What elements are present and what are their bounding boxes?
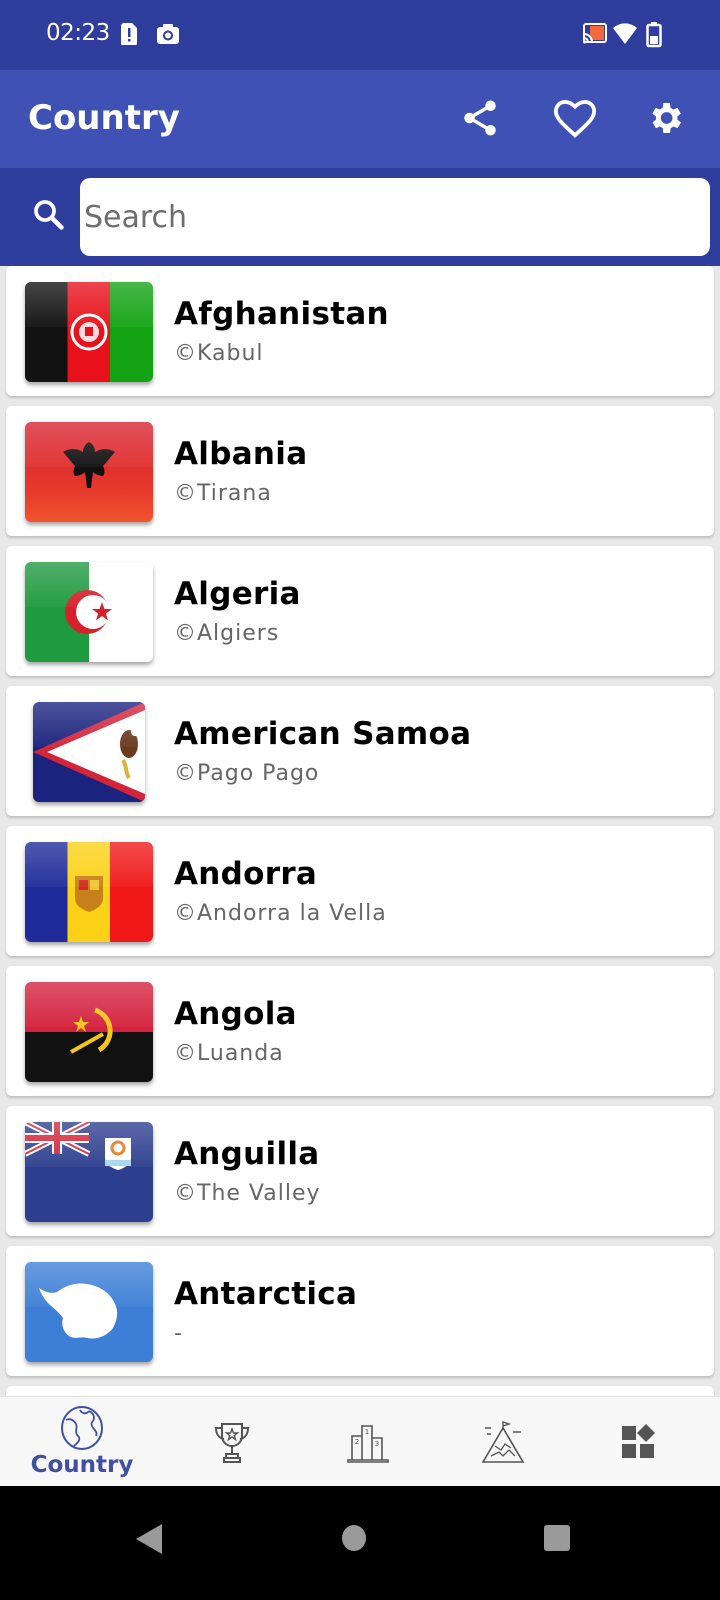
search-icon [30, 196, 66, 237]
nav-label: Country [30, 1452, 134, 1478]
country-capital: ©The Valley [174, 1181, 321, 1206]
country-capital: ©Pago Pago [174, 761, 320, 786]
flag-angola-icon [25, 982, 153, 1082]
nav-item-country[interactable]: Country [10, 1397, 154, 1487]
nav-item-leaderboard[interactable]: 12 3 [296, 1397, 440, 1487]
globe-icon [61, 1406, 103, 1450]
country-name: Andorra [174, 856, 318, 892]
svg-text:2: 2 [355, 1438, 359, 1446]
heart-icon [553, 99, 597, 138]
podium-icon: 12 3 [347, 1425, 389, 1463]
list-item[interactable]: American Samoa ©Pago Pago [6, 686, 714, 816]
wifi-icon [612, 22, 638, 51]
flag-albania-icon [25, 422, 153, 522]
recents-button[interactable] [543, 1524, 571, 1557]
list-item[interactable]: Andorra ©Andorra la Vella [6, 826, 714, 956]
settings-button[interactable] [641, 94, 689, 142]
list-item[interactable]: Albania ©Tirana [6, 406, 714, 536]
flag-andorra-icon [25, 842, 153, 942]
home-icon [342, 1525, 366, 1551]
recents-icon [544, 1525, 570, 1551]
country-name: Antarctica [174, 1276, 358, 1312]
mountain-icon [481, 1421, 525, 1463]
country-capital: ©Kabul [174, 341, 264, 366]
flag-anguilla-icon [25, 1122, 153, 1222]
country-name: Afghanistan [174, 296, 389, 332]
list-item[interactable]: Anguilla ©The Valley [6, 1106, 714, 1236]
gear-icon [652, 103, 681, 133]
bottom-nav: Country 12 3 [0, 1396, 720, 1486]
flag-antarctica-icon [25, 1262, 153, 1362]
share-button[interactable] [456, 94, 504, 142]
country-name: Angola [174, 996, 297, 1032]
svg-text:3: 3 [375, 1440, 379, 1448]
share-icon [464, 100, 496, 136]
nav-item-challenge[interactable] [432, 1397, 576, 1487]
country-name: Algeria [174, 576, 301, 612]
back-icon [136, 1524, 162, 1554]
system-nav-bar [0, 1486, 720, 1600]
country-name: American Samoa [174, 716, 472, 752]
country-capital: ©Algiers [174, 621, 280, 646]
country-capital: ©Tirana [174, 481, 272, 506]
flag-algeria-icon [25, 562, 153, 662]
app-bar: Country [0, 70, 720, 168]
country-name: Albania [174, 436, 308, 472]
nav-item-trophy[interactable] [160, 1397, 304, 1487]
list-item[interactable]: Antarctica - [6, 1246, 714, 1376]
home-button[interactable] [341, 1524, 367, 1557]
country-capital: ©Andorra la Vella [174, 901, 387, 926]
flag-afghanistan-icon [25, 282, 153, 382]
status-bar: 02:23 [0, 0, 720, 70]
battery-icon [646, 22, 662, 53]
page-title: Country [28, 98, 180, 138]
status-time: 02:23 [46, 20, 110, 46]
sim-alert-icon [120, 22, 138, 51]
flag-american-samoa-icon [33, 702, 145, 802]
favorites-button[interactable] [551, 94, 599, 142]
cast-icon [582, 22, 608, 51]
list-item[interactable]: Afghanistan ©Kabul [6, 266, 714, 396]
svg-text:1: 1 [365, 1428, 369, 1436]
list-item[interactable]: Algeria ©Algiers [6, 546, 714, 676]
camera-icon [156, 22, 180, 51]
trophy-icon [214, 1423, 250, 1463]
list-item[interactable]: Angola ©Luanda [6, 966, 714, 1096]
search-bar [0, 168, 720, 266]
nav-item-more-apps[interactable] [566, 1397, 710, 1487]
country-capital: ©Luanda [174, 1041, 284, 1066]
country-list: Afghanistan ©Kabul Albania ©Tirana Alger… [0, 266, 720, 1416]
search-input[interactable] [80, 178, 710, 256]
country-capital: - [174, 1321, 183, 1346]
back-button[interactable] [136, 1524, 162, 1559]
country-name: Anguilla [174, 1136, 320, 1172]
apps-icon [622, 1424, 655, 1458]
